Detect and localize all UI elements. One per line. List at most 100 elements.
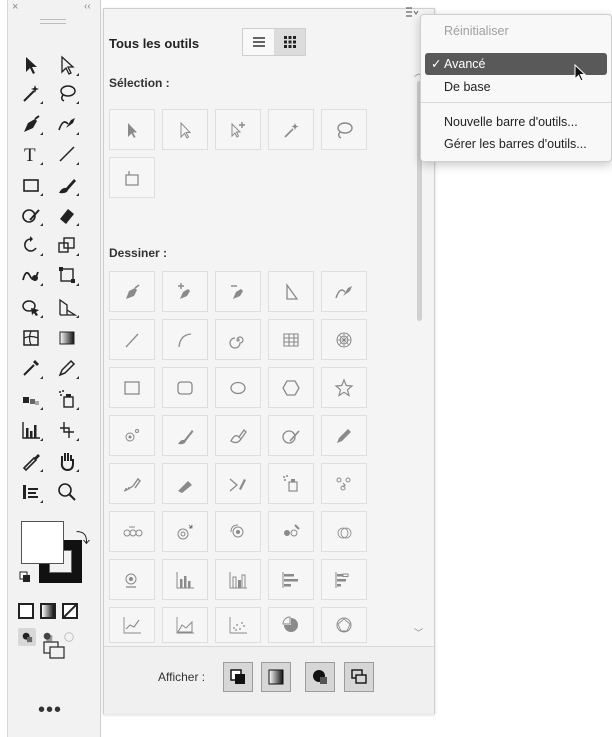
collapse-icon[interactable]: ‹‹ [84, 1, 91, 12]
stacked-column-tool-button[interactable] [215, 559, 261, 600]
swap-colors-icon[interactable]: ⤵ [76, 528, 90, 548]
show-fill-stroke-button[interactable] [223, 662, 253, 692]
symbol-sprayer-icon[interactable] [52, 384, 82, 414]
shaper-tool-icon[interactable] [16, 200, 46, 230]
drag-handle[interactable] [40, 19, 66, 24]
group-selection-tool-button[interactable] [215, 109, 261, 150]
scatter-graph-tool-button[interactable] [215, 607, 261, 643]
close-icon[interactable]: × [12, 1, 18, 13]
polygon-tool-button[interactable] [268, 367, 314, 408]
rectangle-tool-button[interactable] [109, 367, 155, 408]
magic-wand-icon[interactable] [16, 78, 46, 108]
hand-tool-icon[interactable] [52, 446, 82, 476]
rectangle-tool-icon[interactable] [16, 170, 46, 200]
show-color-modes-button[interactable] [261, 662, 291, 692]
symbol-spinner-tool-button[interactable] [215, 511, 261, 552]
pen-tool-icon[interactable] [16, 109, 46, 139]
symbol-scruncher-tool-button[interactable] [109, 511, 155, 552]
rotate-tool-icon[interactable] [16, 230, 46, 260]
add-anchor-tool-button[interactable] [162, 271, 208, 312]
direct-selection-icon[interactable] [52, 50, 82, 80]
ellipse-tool-button[interactable] [215, 367, 261, 408]
line-graph-tool-button[interactable] [109, 607, 155, 643]
paintbrush-tool-button[interactable] [162, 415, 208, 456]
fill-color-swatch[interactable] [21, 521, 64, 564]
rect-grid-tool-button[interactable] [268, 319, 314, 360]
area-graph-tool-button[interactable] [162, 607, 208, 643]
column-graph-tool-button[interactable] [162, 559, 208, 600]
stacked-bar-tool-button[interactable] [321, 559, 367, 600]
panel-menu-icon[interactable] [405, 6, 419, 20]
magic-wand-tool-button[interactable] [268, 109, 314, 150]
column-graph-icon [176, 571, 194, 588]
symbol-screener-icon [337, 527, 352, 538]
menu-item-new-toolbar[interactable]: Nouvelle barre d'outils... [421, 111, 611, 133]
list-view-button[interactable] [243, 29, 274, 55]
scale-tool-icon[interactable] [52, 230, 82, 260]
delete-anchor-tool-button[interactable] [215, 271, 261, 312]
warp-tool-icon[interactable] [16, 260, 46, 290]
selection-tool-icon[interactable] [16, 50, 46, 80]
draw-normal-icon[interactable] [18, 628, 36, 646]
grid-view-button[interactable] [274, 29, 305, 55]
eraser-tool-icon[interactable] [52, 200, 82, 230]
symbol-stainer-tool-button[interactable] [268, 511, 314, 552]
lasso-tool-icon[interactable] [52, 78, 82, 108]
curvature-tool-icon[interactable] [52, 109, 82, 139]
radar-graph-tool-button[interactable] [321, 607, 367, 643]
pencil-tool-button[interactable] [321, 415, 367, 456]
rounded-rect-tool-button[interactable] [162, 367, 208, 408]
gradient-tool-icon[interactable] [52, 323, 82, 353]
show-screen-modes-button[interactable] [344, 662, 374, 692]
pen-tool-button[interactable] [109, 271, 155, 312]
color-mode-icon[interactable] [18, 603, 34, 619]
brush-icon[interactable] [52, 170, 82, 200]
direct-selection-tool-button[interactable] [162, 109, 208, 150]
lasso-tool-button[interactable] [321, 109, 367, 150]
shaper-tool-button[interactable] [268, 415, 314, 456]
line-tool-button[interactable] [109, 319, 155, 360]
curvature-tool-button[interactable] [321, 271, 367, 312]
spiral-tool-button[interactable] [215, 319, 261, 360]
menu-item-manage-toolbars[interactable]: Gérer les barres d'outils... [421, 133, 611, 155]
default-colors-icon[interactable] [19, 571, 31, 583]
arc-tool-button[interactable] [162, 319, 208, 360]
screen-mode-icon[interactable] [42, 640, 68, 662]
path-eraser-tool-button[interactable] [162, 463, 208, 504]
blend-tool-icon[interactable] [16, 384, 46, 414]
type-tool-icon[interactable]: T [16, 139, 46, 169]
shape-builder-icon[interactable] [16, 292, 46, 322]
pencil-icon[interactable] [52, 353, 82, 383]
paintbrush-tool-icon[interactable] [16, 446, 46, 476]
edit-toolbar-button[interactable]: ••• [38, 700, 62, 720]
artboard-tool-button[interactable] [109, 157, 155, 198]
symbol-sizer-tool-button[interactable] [162, 511, 208, 552]
pie-graph-tool-button[interactable] [268, 607, 314, 643]
symbol-sprayer-tool-button[interactable] [268, 463, 314, 504]
perspective-grid-icon[interactable] [52, 292, 82, 322]
blob-brush-tool-button[interactable] [215, 415, 261, 456]
symbol-shifter-tool-button[interactable] [321, 463, 367, 504]
column-graph-icon[interactable] [16, 415, 46, 445]
zoom-tool-icon[interactable] [52, 477, 82, 507]
none-mode-icon[interactable] [62, 603, 78, 619]
gradient-mode-icon[interactable] [40, 603, 56, 619]
slice-tool-icon[interactable] [52, 415, 82, 445]
symbol-styler-tool-button[interactable] [109, 559, 155, 600]
scroll-down-icon[interactable]: ﹀ [414, 626, 423, 639]
star-tool-button[interactable] [321, 367, 367, 408]
anchor-point-tool-button[interactable] [268, 271, 314, 312]
bar-graph-tool-button[interactable] [268, 559, 314, 600]
join-tool-button[interactable] [215, 463, 261, 504]
line-segment-icon[interactable] [52, 139, 82, 169]
artboard-tool-icon[interactable] [16, 477, 46, 507]
eyedropper-tool-icon[interactable] [16, 353, 46, 383]
flare-tool-button[interactable] [109, 415, 155, 456]
symbol-screener-tool-button[interactable] [321, 511, 367, 552]
smooth-tool-button[interactable] [109, 463, 155, 504]
selection-tool-button[interactable] [109, 109, 155, 150]
mesh-tool-icon[interactable] [16, 323, 46, 353]
polar-grid-tool-button[interactable] [321, 319, 367, 360]
free-transform-icon[interactable] [52, 260, 82, 290]
show-draw-modes-button[interactable] [305, 662, 335, 692]
